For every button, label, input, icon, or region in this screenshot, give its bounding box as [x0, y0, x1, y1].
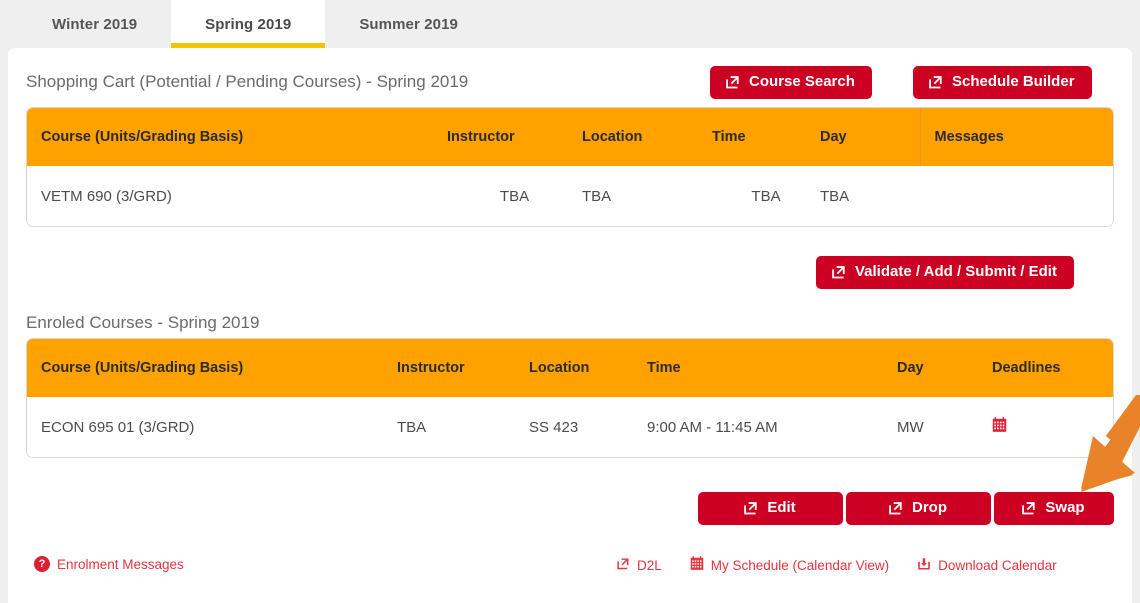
link-label: Download Calendar: [938, 557, 1057, 573]
download-icon: [917, 556, 931, 574]
cell-instructor: TBA: [397, 397, 529, 457]
edit-button[interactable]: Edit: [698, 492, 843, 525]
enroled-courses-title: Enroled Courses - Spring 2019: [26, 313, 260, 332]
swap-button[interactable]: Swap: [994, 492, 1114, 525]
cell-course: VETM 690 (3/GRD): [27, 166, 447, 226]
col-deadlines: Deadlines: [992, 339, 1113, 397]
tab-label: Summer 2019: [359, 15, 458, 33]
external-link-icon: [888, 501, 903, 516]
main-panel: Shopping Cart (Potential / Pending Cours…: [8, 48, 1132, 603]
shopping-cart-title: Shopping Cart (Potential / Pending Cours…: [26, 72, 469, 91]
button-label: Swap: [1045, 499, 1085, 516]
link-label: D2L: [637, 557, 662, 573]
external-link-icon: [743, 501, 758, 516]
tab-label: Winter 2019: [52, 15, 138, 33]
external-link-icon: [616, 557, 630, 574]
button-label: Edit: [767, 499, 796, 516]
button-label: Drop: [912, 499, 947, 516]
col-instructor: Instructor: [397, 339, 529, 397]
table-row[interactable]: ECON 695 01 (3/GRD) TBA SS 423 9:00 AM -…: [27, 397, 1113, 457]
link-label: My Schedule (Calendar View): [710, 557, 890, 573]
button-label: Schedule Builder: [952, 73, 1075, 90]
drop-button[interactable]: Drop: [846, 492, 991, 525]
button-label: Validate / Add / Submit / Edit: [855, 263, 1057, 280]
footer-links: D2L My Schedule (Calendar View) Download…: [616, 556, 1057, 574]
col-time: Time: [647, 339, 897, 397]
cell-messages: [920, 166, 1113, 226]
tab-label: Spring 2019: [205, 15, 292, 33]
cell-time: TBA: [712, 166, 820, 226]
cell-day: MW: [897, 397, 992, 457]
shopping-cart-table: Course (Units/Grading Basis) Instructor …: [26, 107, 1114, 227]
col-day: Day: [897, 339, 992, 397]
external-link-icon: [928, 75, 943, 90]
col-day: Day: [820, 108, 920, 166]
tab-summer-2019[interactable]: Summer 2019: [325, 0, 492, 48]
table-row[interactable]: VETM 690 (3/GRD) TBA TBA TBA TBA: [27, 166, 1113, 226]
enrolment-messages-link[interactable]: ? Enrolment Messages: [34, 556, 184, 572]
calendar-icon: [690, 556, 704, 574]
enrolment-page: Winter 2019 Spring 2019 Summer 2019 Shop…: [0, 0, 1140, 603]
cell-location: TBA: [582, 166, 712, 226]
calendar-icon[interactable]: [992, 417, 1007, 437]
external-link-icon: [725, 75, 740, 90]
col-messages: Messages: [919, 108, 1113, 166]
col-instructor: Instructor: [447, 108, 582, 166]
external-link-icon: [1021, 501, 1036, 516]
enroled-courses-table: Course (Units/Grading Basis) Instructor …: [26, 338, 1114, 458]
course-search-button[interactable]: Course Search: [710, 66, 872, 99]
cell-deadlines[interactable]: [992, 397, 1113, 457]
link-label: Enrolment Messages: [57, 556, 184, 572]
cell-day: TBA: [820, 166, 920, 226]
table-header-row: Course (Units/Grading Basis) Instructor …: [27, 108, 1113, 166]
cell-instructor: TBA: [447, 166, 582, 226]
cell-location: SS 423: [529, 397, 647, 457]
download-calendar-link[interactable]: Download Calendar: [917, 556, 1057, 574]
d2l-link[interactable]: D2L: [616, 557, 662, 574]
col-course: Course (Units/Grading Basis): [27, 339, 397, 397]
button-label: Course Search: [749, 73, 855, 90]
my-schedule-calendar-view-link[interactable]: My Schedule (Calendar View): [690, 556, 889, 574]
cell-course: ECON 695 01 (3/GRD): [27, 397, 397, 457]
validate-add-submit-edit-button[interactable]: Validate / Add / Submit / Edit: [816, 256, 1074, 289]
question-mark-icon: ?: [34, 556, 50, 572]
term-tab-bar: Winter 2019 Spring 2019 Summer 2019: [0, 0, 1140, 48]
col-location: Location: [582, 108, 712, 166]
tab-winter-2019[interactable]: Winter 2019: [18, 0, 171, 48]
col-location: Location: [529, 339, 647, 397]
col-time: Time: [712, 108, 820, 166]
table-header-row: Course (Units/Grading Basis) Instructor …: [27, 339, 1113, 397]
col-course: Course (Units/Grading Basis): [27, 108, 447, 166]
cell-time: 9:00 AM - 11:45 AM: [647, 397, 897, 457]
tab-spring-2019[interactable]: Spring 2019: [171, 0, 326, 48]
schedule-builder-button[interactable]: Schedule Builder: [913, 66, 1092, 99]
external-link-icon: [831, 265, 846, 280]
